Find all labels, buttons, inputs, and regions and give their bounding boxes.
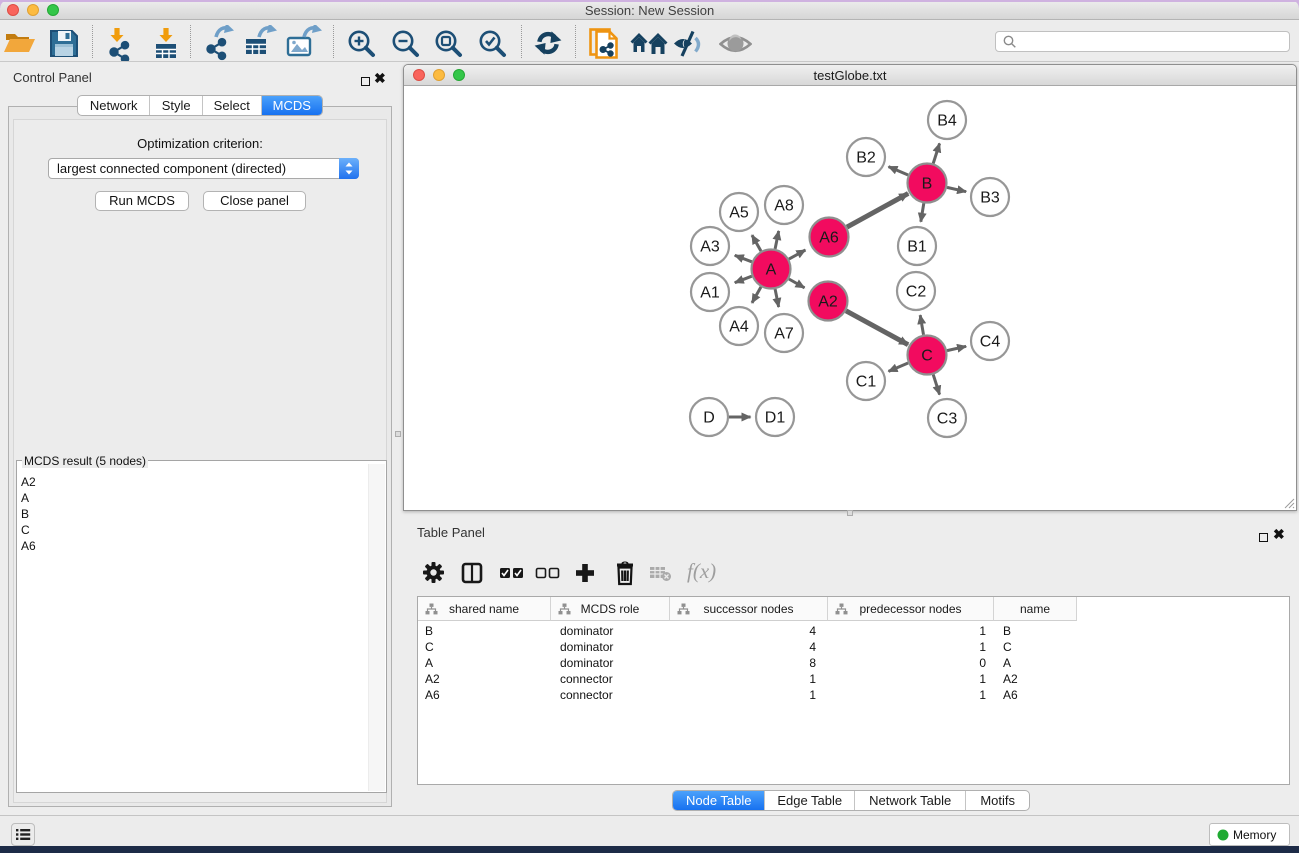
svg-text:A7: A7 (774, 326, 794, 343)
svg-text:C2: C2 (906, 284, 927, 301)
svg-text:A3: A3 (700, 239, 720, 256)
svg-text:B2: B2 (856, 150, 876, 167)
svg-text:D: D (703, 410, 715, 427)
svg-text:D1: D1 (765, 410, 786, 427)
svg-text:A: A (766, 262, 777, 279)
svg-text:A6: A6 (819, 230, 839, 247)
svg-text:C3: C3 (937, 411, 958, 428)
svg-text:A4: A4 (729, 319, 749, 336)
svg-text:B1: B1 (907, 239, 927, 256)
svg-text:C1: C1 (856, 374, 877, 391)
svg-text:B: B (922, 176, 933, 193)
svg-text:B3: B3 (980, 190, 1000, 207)
svg-text:A5: A5 (729, 205, 749, 222)
svg-text:A8: A8 (774, 198, 794, 215)
svg-text:A1: A1 (700, 285, 720, 302)
svg-text:A2: A2 (818, 294, 838, 311)
svg-text:C: C (921, 348, 933, 365)
svg-text:C4: C4 (980, 334, 1001, 351)
svg-text:B4: B4 (937, 113, 957, 130)
